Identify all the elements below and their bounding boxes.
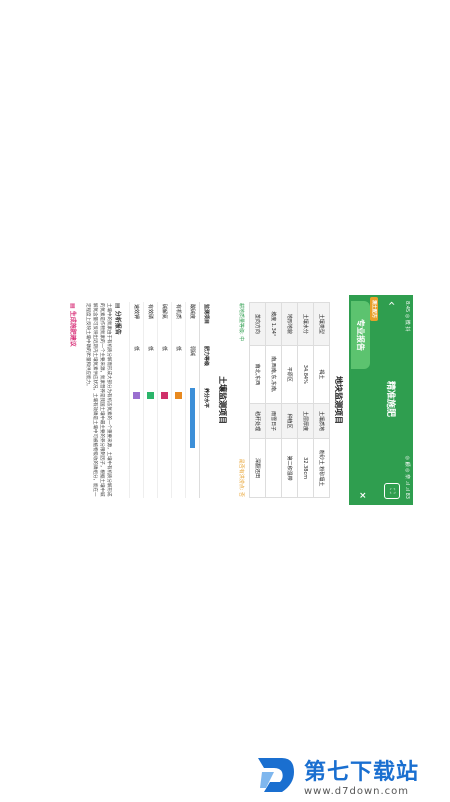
analysis-title-text: 分析报告 bbox=[114, 310, 121, 335]
soil-item: 速效钾 bbox=[129, 302, 144, 344]
plot-info-k2: 土层厚度 bbox=[297, 403, 314, 439]
watermark-brand: 第七下载站 bbox=[304, 759, 420, 785]
plot-info-k2: 种植区 bbox=[281, 403, 298, 439]
soil-level: 低 bbox=[147, 346, 153, 352]
soil-row: 酸碱度 弱碱 bbox=[185, 302, 200, 498]
soil-nutrient-cell bbox=[143, 386, 158, 498]
soil-header-nutrient: 养分水平 bbox=[199, 386, 213, 498]
analysis-text: 土壤中的氮素由于有机质分解而形成大部分为有机态氮素的一个重要来源，土壤中有机质分… bbox=[85, 303, 111, 497]
soil-row: 有效磷低 bbox=[143, 302, 158, 498]
status-left: 8:45 ◎ 微 抖 bbox=[404, 301, 411, 332]
nutrient-swatch bbox=[161, 392, 168, 399]
soil-level-cell: 低 bbox=[157, 344, 172, 386]
soil-item: 酸碱度 bbox=[185, 302, 200, 344]
soil-level-cell: 低 bbox=[129, 344, 144, 386]
status-bar: 8:45 ◎ 微 抖 ◎ 顧 ◎ 奈 .ıl .ıl 83 bbox=[403, 295, 413, 505]
generate-advice-label: 生成施肥建议 bbox=[69, 310, 76, 347]
plot-info-v2 bbox=[265, 438, 282, 498]
soil-row: 碱解氮低 bbox=[157, 302, 172, 498]
plot-info-k1: 地形地貌 bbox=[281, 302, 298, 346]
soil-level: 低 bbox=[175, 346, 181, 352]
page-title: 精准施肥 bbox=[385, 380, 396, 417]
watermark-logo: 第七下载站 www.d7down.com bbox=[252, 752, 419, 798]
nutrient-bar bbox=[190, 388, 196, 448]
soil-nutrient-cell bbox=[129, 386, 144, 498]
soil-section-title: 土壤监测项目 bbox=[218, 376, 227, 424]
tab-professional-report[interactable]: 测土配方 专业报告 bbox=[351, 297, 378, 369]
plot-hints: 耕地质量等级: 中 是否有洪涝点: 否 bbox=[234, 295, 249, 505]
soil-level: 低 bbox=[133, 346, 139, 352]
soil-item: 有机质 bbox=[171, 302, 186, 344]
plot-info-v2: 第二积温带 bbox=[281, 438, 298, 498]
plot-info-v1: 平原区 bbox=[281, 345, 298, 404]
tab-bar: 测土配方 专业报告 × bbox=[351, 295, 381, 505]
plot-info-row: 地形地貌 平原区 种植区 第二积温带 bbox=[281, 302, 298, 498]
soil-nutrient-cell bbox=[185, 386, 200, 498]
soil-level: 低 bbox=[161, 346, 167, 352]
plot-info-row: 土壤类型 褐土 土壤质地 粉砂土 粉砂壤土 bbox=[313, 302, 330, 498]
plot-info-v1: 褐土 bbox=[313, 345, 330, 404]
soil-row: 有机质低 bbox=[171, 302, 186, 498]
plot-info-k1: 土壤类型 bbox=[313, 302, 330, 346]
rotated-phone-screenshot: 8:45 ◎ 微 抖 ◎ 顧 ◎ 奈 .ıl .ıl 83 ‹ 精准施肥 ⛶ 测… bbox=[37, 295, 413, 505]
nutrient-swatch bbox=[133, 392, 140, 399]
soil-header-level: 肥力等级 bbox=[199, 344, 213, 386]
watermark-text: 第七下载站 www.d7down.com bbox=[304, 754, 419, 797]
soil-nutrient-cell bbox=[171, 386, 186, 498]
plot-info-k2: 土壤质地 bbox=[313, 403, 330, 439]
flood-hint: 是否有洪涝点: 否 bbox=[238, 458, 244, 497]
report-icon: ▤ bbox=[114, 303, 121, 311]
plot-info-v1: 南,西南,东,东南, bbox=[265, 345, 282, 404]
plot-info-table: 土壤类型 褐土 土壤质地 粉砂土 粉砂壤土 土壤水分 34.84% 土层厚度 32.38cm 地… bbox=[249, 302, 330, 498]
soil-header-item: 监测项目 bbox=[199, 302, 213, 344]
analysis-title: ▤ 分析报告 bbox=[112, 295, 129, 505]
soil-level-cell: 低 bbox=[171, 344, 186, 386]
plot-info-v1: 南北,东西 bbox=[249, 345, 266, 404]
soil-level-cell: 弱碱 bbox=[185, 344, 200, 386]
nutrient-swatch bbox=[175, 392, 182, 399]
soil-row: 速效钾低 bbox=[129, 302, 144, 498]
soil-table: 监测项目 肥力等级 养分水平 酸碱度 弱碱 有机质低碱解氮低有效磷低速效钾低 bbox=[129, 302, 213, 498]
back-icon[interactable]: ‹ bbox=[385, 301, 399, 315]
d7-logo-icon bbox=[252, 752, 298, 798]
close-icon[interactable]: × bbox=[351, 491, 367, 499]
generate-advice-link[interactable]: ▦ 生成施肥建议 bbox=[63, 295, 84, 505]
quality-hint: 耕地质量等级: 中 bbox=[238, 303, 244, 342]
plot-info-k1: 坡度 1.34° bbox=[265, 302, 282, 346]
plot-info-k2: 雨雪日子 bbox=[265, 403, 282, 439]
soil-table-header: 监测项目 肥力等级 养分水平 bbox=[199, 302, 213, 498]
plot-info-v1: 34.84% bbox=[297, 345, 314, 404]
soil-nutrient-cell bbox=[157, 386, 172, 498]
status-right: ◎ 顧 ◎ 奈 .ıl .ıl 83 bbox=[404, 455, 411, 499]
doc-icon: ▦ bbox=[69, 303, 76, 311]
soil-item: 碱解氮 bbox=[157, 302, 172, 344]
plot-info-row: 土壤水分 34.84% 土层厚度 32.38cm bbox=[297, 302, 314, 498]
soil-level: 弱碱 bbox=[189, 346, 195, 357]
nav-bar: ‹ 精准施肥 ⛶ bbox=[381, 295, 403, 505]
soil-level-cell: 低 bbox=[143, 344, 158, 386]
plot-info-v2: 深翻还田 bbox=[249, 438, 266, 498]
plot-info-v2: 32.38cm bbox=[297, 438, 314, 498]
watermark-url: www.d7down.com bbox=[304, 785, 410, 797]
soil-item: 有效磷 bbox=[143, 302, 158, 344]
tab-badge: 测土配方 bbox=[370, 297, 378, 321]
plot-info-k1: 垄向方向 bbox=[249, 302, 266, 346]
app-header: 8:45 ◎ 微 抖 ◎ 顧 ◎ 奈 .ıl .ıl 83 ‹ 精准施肥 ⛶ 测… bbox=[349, 295, 413, 505]
tab-label: 专业报告 bbox=[356, 319, 365, 351]
plot-info-v2: 粉砂土 粉砂壤土 bbox=[313, 438, 330, 498]
plot-info-k1: 土壤水分 bbox=[297, 302, 314, 346]
plot-info-row: 坡度 1.34° 南,西南,东,东南, 雨雪日子 bbox=[265, 302, 282, 498]
plot-info-k2: 秸秆处理 bbox=[249, 403, 266, 439]
nutrient-swatch bbox=[147, 392, 154, 399]
plot-section-title: 地块监测项目 bbox=[334, 376, 343, 424]
scan-icon[interactable]: ⛶ bbox=[384, 483, 400, 499]
plot-info-row: 垄向方向 南北,东西 秸秆处理 深翻还田 bbox=[249, 302, 266, 498]
